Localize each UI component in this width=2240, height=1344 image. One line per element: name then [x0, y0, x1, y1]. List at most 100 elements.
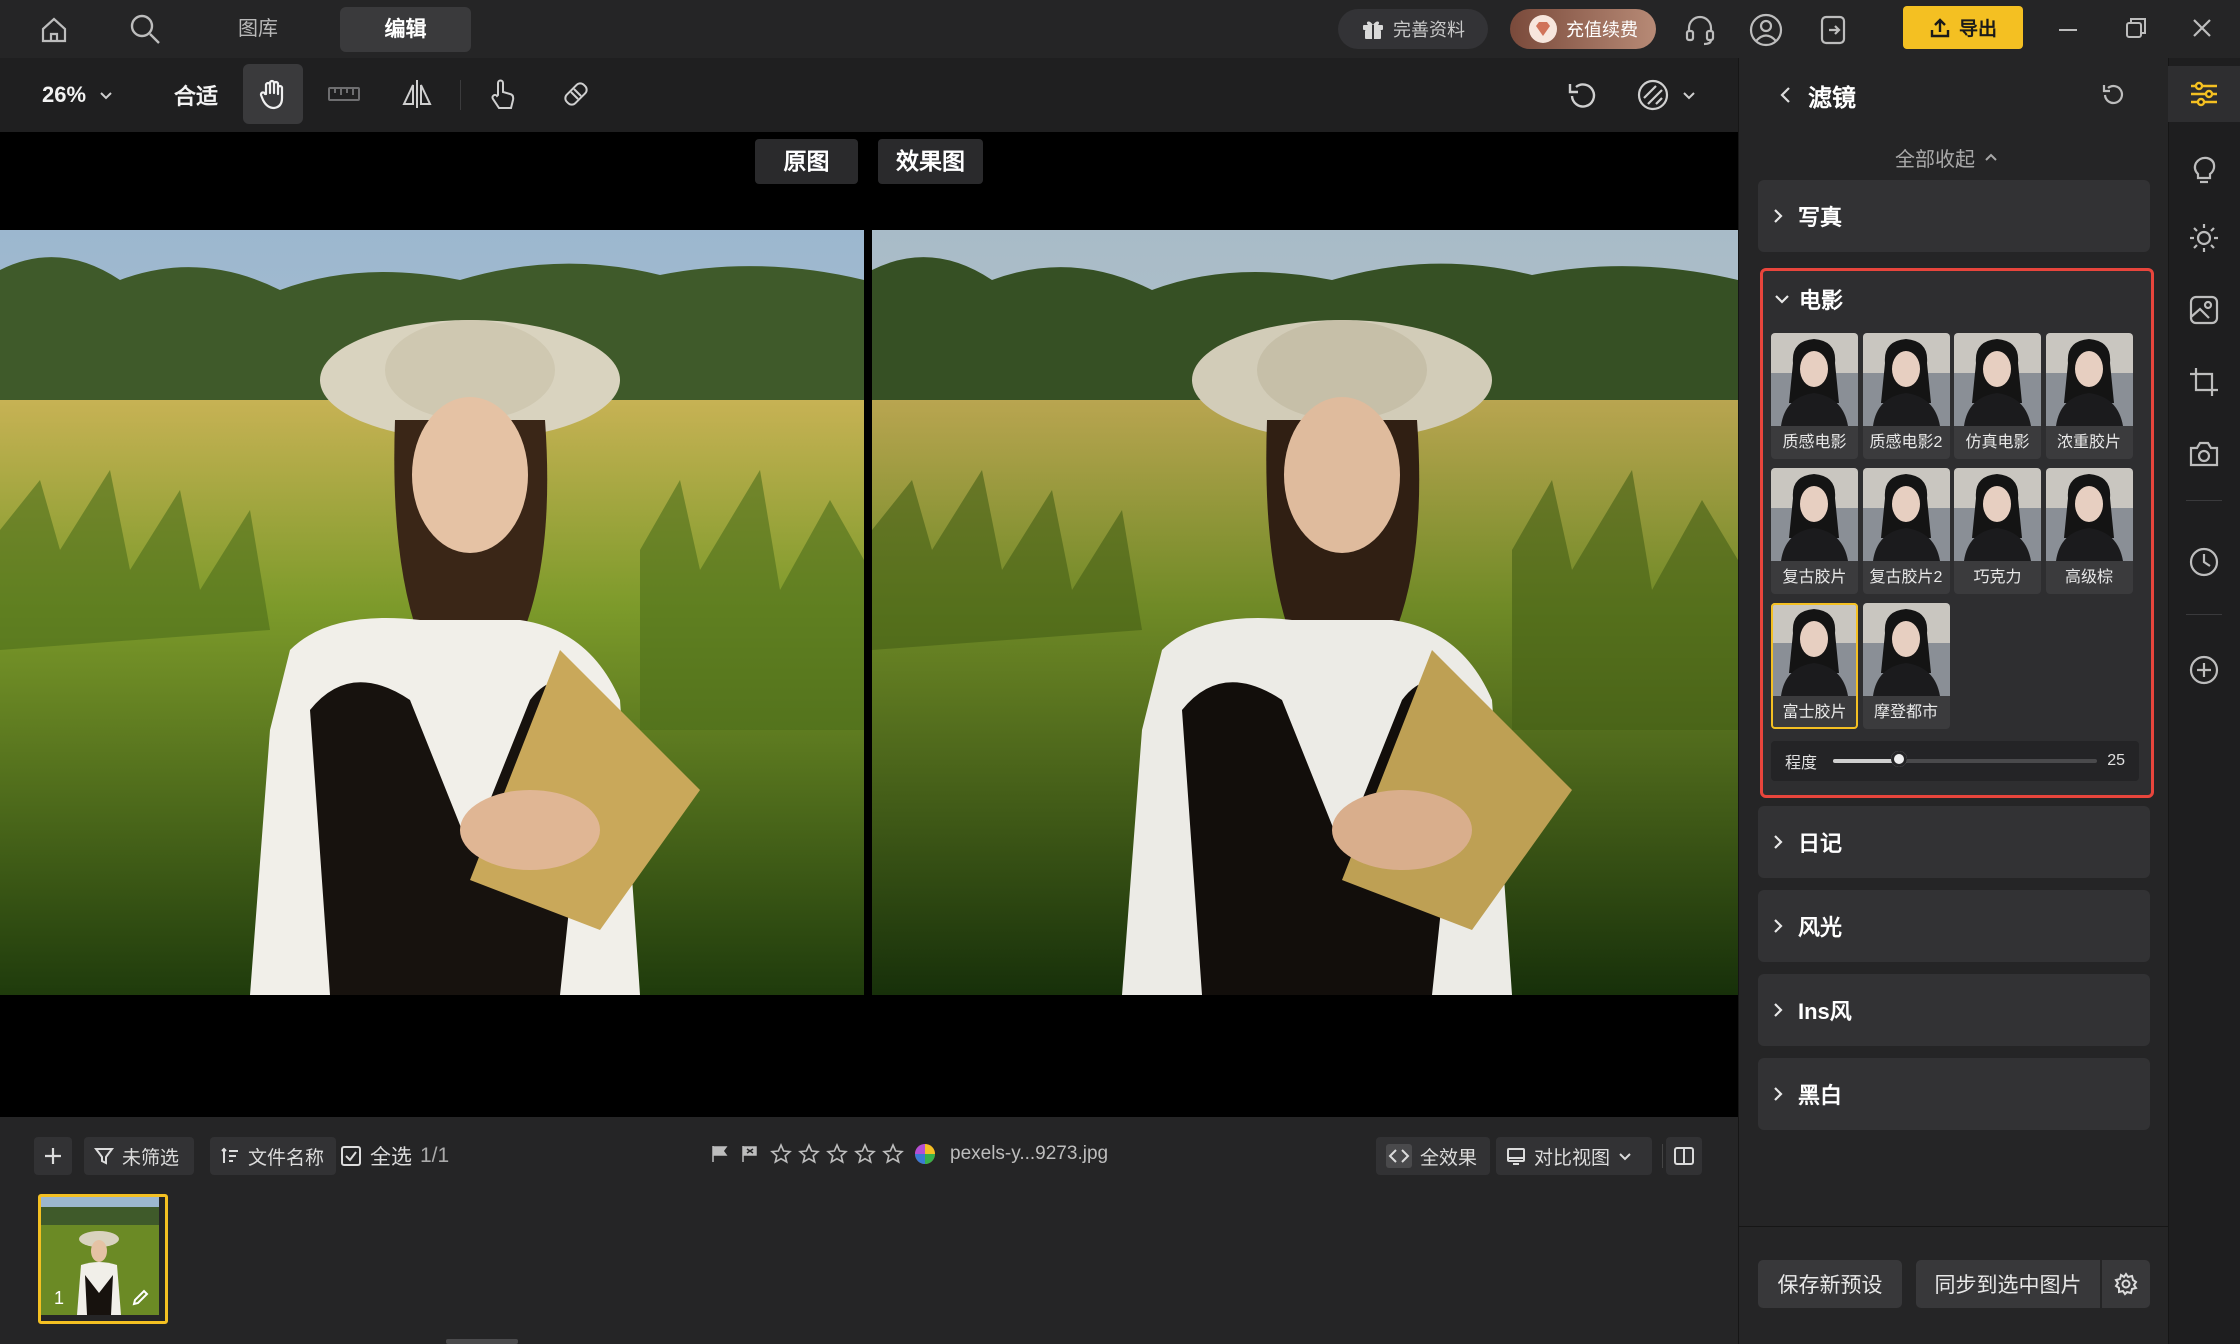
filmstrip-scrollbar[interactable]: [446, 1339, 518, 1344]
hand-tool-button[interactable]: [243, 64, 303, 124]
collapse-all-toggle[interactable]: 全部收起: [1895, 140, 1999, 174]
section-portrait[interactable]: 写真: [1758, 180, 2150, 252]
recharge-button[interactable]: 充值续费: [1510, 9, 1656, 49]
star-rating[interactable]: [770, 1143, 904, 1165]
split-divider[interactable]: [864, 230, 872, 995]
section-film: 电影 质感电影 质感电影2 仿真电影 浓重胶片复古胶片 复古胶片2 巧克力 高级棕富士胶片 摩…: [1760, 268, 2154, 798]
headset-icon[interactable]: [1682, 12, 1718, 48]
checkbox-icon: [340, 1145, 362, 1167]
section-scenery[interactable]: 风光: [1758, 890, 2150, 962]
section-bw[interactable]: 黑白: [1758, 1058, 2150, 1130]
section-label: 风光: [1798, 915, 1843, 940]
chevron-down-icon: [1680, 86, 1698, 104]
film-filter-item[interactable]: 质感电影: [1771, 333, 1858, 459]
bulb-icon[interactable]: [2178, 144, 2230, 196]
sync-settings-button[interactable]: [2102, 1260, 2150, 1308]
film-filter-item[interactable]: 复古胶片: [1771, 468, 1858, 594]
tab-gallery[interactable]: 图库: [238, 0, 278, 58]
filter-label: 富士胶片: [1782, 704, 1847, 721]
collapse-all-label: 全部收起: [1895, 148, 1975, 171]
section-ins[interactable]: Ins风: [1758, 974, 2150, 1046]
original-label[interactable]: 原图: [755, 139, 858, 184]
chevron-down-icon: [1618, 1149, 1632, 1163]
panel-reset-icon[interactable]: [2098, 80, 2128, 110]
color-label-icon[interactable]: [914, 1143, 936, 1165]
film-section-header[interactable]: 电影: [1771, 279, 1843, 319]
sync-to-selected-button[interactable]: 同步到选中图片: [1916, 1260, 2100, 1308]
camera-icon[interactable]: [2178, 428, 2230, 480]
plus-icon: [42, 1145, 64, 1167]
strength-slider-knob[interactable]: [1891, 751, 1907, 767]
compare-view-dropdown[interactable]: 对比视图: [1496, 1137, 1652, 1175]
upload-icon: [1929, 17, 1951, 39]
sun-icon[interactable]: [2178, 212, 2230, 264]
history-icon[interactable]: [2178, 536, 2230, 588]
account-icon[interactable]: [1748, 12, 1784, 48]
ruler-tool-button[interactable]: [316, 64, 372, 124]
panel-title: 滤镜: [1808, 84, 1856, 112]
exit-icon[interactable]: [1815, 12, 1851, 48]
add-image-button[interactable]: [34, 1137, 72, 1175]
flip-tool-button[interactable]: [389, 64, 445, 124]
tab-edit[interactable]: 编辑: [340, 7, 471, 52]
chevron-right-icon: [1758, 917, 1798, 935]
zoom-level: 26%: [42, 82, 87, 107]
film-filter-item[interactable]: 摩登都市: [1862, 603, 1950, 729]
touch-tool-button[interactable]: [474, 64, 530, 124]
reject-flag-icon[interactable]: [740, 1144, 760, 1164]
film-filter-item[interactable]: 仿真电影: [1954, 333, 2041, 459]
section-diary[interactable]: 日记: [1758, 806, 2150, 878]
film-filter-item[interactable]: 浓重胶片: [2045, 333, 2133, 459]
zoom-dropdown[interactable]: 26%: [42, 58, 114, 132]
film-filter-item[interactable]: 巧克力: [1954, 468, 2041, 594]
reset-icon[interactable]: [1564, 78, 1600, 114]
export-button[interactable]: 导出: [1903, 6, 2023, 49]
chevron-right-icon: [1758, 1001, 1798, 1019]
minimize-icon[interactable]: [2054, 16, 2082, 44]
add-circle-icon[interactable]: [2178, 644, 2230, 696]
sort-button[interactable]: 文件名称: [210, 1137, 336, 1175]
flip-icon: [400, 77, 434, 111]
filter-label: 复古胶片: [1782, 569, 1847, 586]
crop-icon[interactable]: [2178, 356, 2230, 408]
film-filter-item[interactable]: 复古胶片2: [1862, 468, 1950, 594]
section-label: 日记: [1798, 831, 1843, 856]
compare-mode-dropdown[interactable]: [1634, 76, 1698, 114]
filter-preview: [1771, 333, 1858, 426]
all-effects-button[interactable]: 全效果: [1376, 1137, 1490, 1175]
strength-slider[interactable]: [1833, 751, 2097, 767]
chevron-up-icon: [1983, 149, 1999, 165]
complete-profile-button[interactable]: 完善资料: [1338, 9, 1488, 49]
fit-button[interactable]: 合适: [174, 58, 218, 132]
edited-badge-icon: [130, 1288, 150, 1308]
filter-label: 高级棕: [2064, 569, 2113, 586]
restore-icon[interactable]: [2122, 14, 2150, 42]
select-all-checkbox[interactable]: 全选 1/1: [340, 1137, 449, 1175]
film-filter-item[interactable]: 质感电影2: [1862, 333, 1950, 459]
image-edit-icon[interactable]: [2178, 284, 2230, 336]
rail-divider: [2186, 500, 2222, 501]
save-preset-button[interactable]: 保存新预设: [1758, 1260, 1902, 1308]
overlap-icon: [1634, 76, 1672, 114]
chevron-down-icon: [98, 87, 114, 103]
back-arrow-icon[interactable]: [1778, 85, 1794, 105]
eraser-tool-button[interactable]: [548, 64, 604, 124]
film-filter-item[interactable]: 高级棕: [2045, 468, 2133, 594]
rail-divider: [2186, 614, 2222, 615]
film-filter-item[interactable]: 富士胶片: [1771, 603, 1858, 729]
home-icon[interactable]: [38, 14, 70, 46]
strength-label: 程度: [1785, 755, 1818, 772]
strength-slider-row: 程度 25: [1771, 741, 2139, 781]
filter-button[interactable]: 未筛选: [84, 1137, 194, 1175]
search-icon[interactable]: [128, 12, 162, 46]
filter-preview: [1771, 603, 1858, 696]
filter-label: 仿真电影: [1965, 434, 2030, 451]
flag-icon[interactable]: [710, 1144, 730, 1164]
chevron-right-icon: [1758, 833, 1798, 851]
effect-label[interactable]: 效果图: [878, 139, 983, 184]
adjust-sliders-icon[interactable]: [2178, 68, 2230, 120]
close-icon[interactable]: [2188, 14, 2216, 42]
rating-bar: [710, 1143, 936, 1165]
compare-view-label: 对比视图: [1534, 1147, 1611, 1169]
split-view-button[interactable]: [1666, 1137, 1702, 1175]
